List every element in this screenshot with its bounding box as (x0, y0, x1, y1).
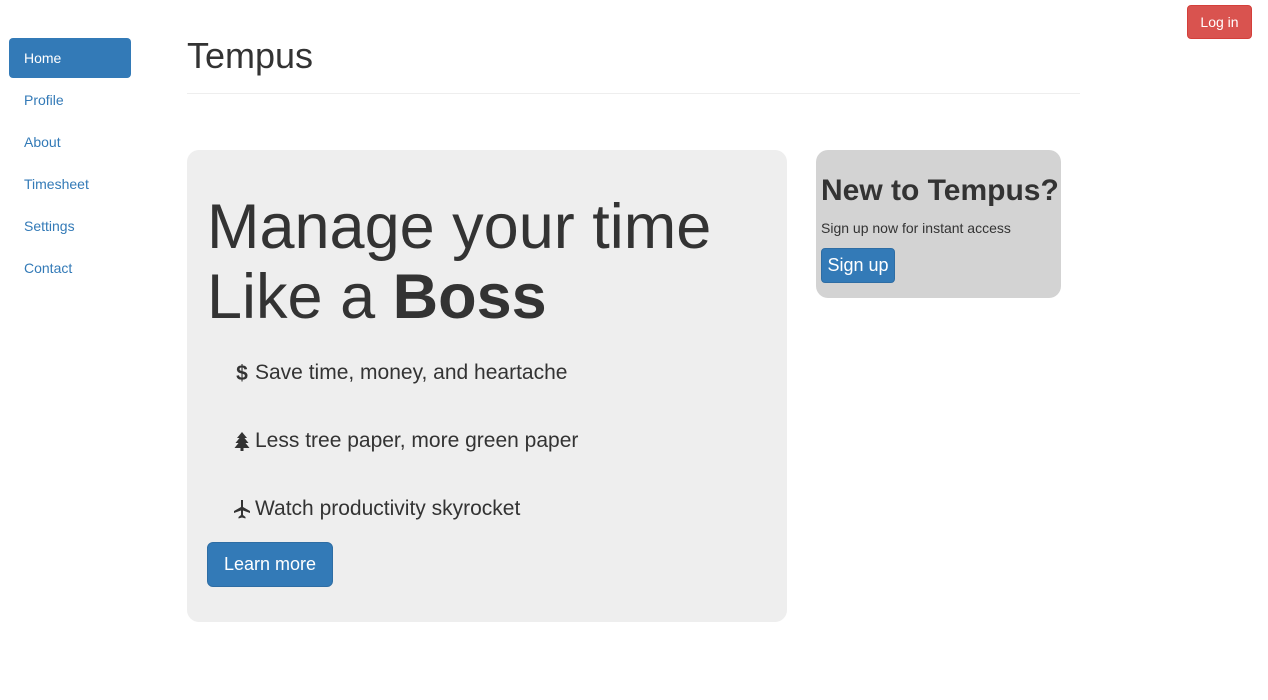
signup-panel: New to Tempus? Sign up now for instant a… (816, 150, 1061, 298)
header-divider (187, 93, 1080, 94)
feature-text: Watch productivity skyrocket (255, 497, 521, 520)
signup-text: Sign up now for instant access (821, 220, 1011, 236)
plane-icon (233, 498, 251, 520)
learn-more-button[interactable]: Learn more (207, 542, 333, 587)
login-button[interactable]: Log in (1187, 5, 1252, 39)
tree-icon (233, 430, 251, 452)
hero-jumbotron: Manage your time Like a Boss $ Save time,… (187, 150, 787, 622)
dollar-icon: $ (233, 362, 251, 384)
hero-title-line2-bold: Boss (392, 262, 547, 332)
sidebar-item-home[interactable]: Home (9, 38, 131, 78)
sidebar-item-about[interactable]: About (9, 122, 131, 162)
sidebar-item-settings[interactable]: Settings (9, 206, 131, 246)
hero-title-line2-prefix: Like a (207, 262, 393, 332)
sidebar-item-profile[interactable]: Profile (9, 80, 131, 120)
feature-item: $ Save time, money, and heartache (233, 358, 567, 388)
feature-item: Watch productivity skyrocket (233, 494, 520, 524)
signup-button[interactable]: Sign up (821, 248, 895, 283)
page-title: Tempus (187, 35, 314, 76)
sidebar-item-contact[interactable]: Contact (9, 248, 131, 288)
feature-text: Less tree paper, more green paper (255, 429, 579, 452)
signup-title: New to Tempus? (821, 174, 1059, 207)
sidebar-item-timesheet[interactable]: Timesheet (9, 164, 131, 204)
hero-title: Manage your time Like a Boss (207, 192, 711, 332)
hero-title-line1: Manage your time (207, 192, 712, 262)
svg-text:$: $ (236, 362, 248, 384)
feature-text: Save time, money, and heartache (255, 361, 568, 384)
feature-item: Less tree paper, more green paper (233, 426, 578, 456)
sidebar-nav: Home Profile About Timesheet Settings Co… (9, 38, 131, 290)
